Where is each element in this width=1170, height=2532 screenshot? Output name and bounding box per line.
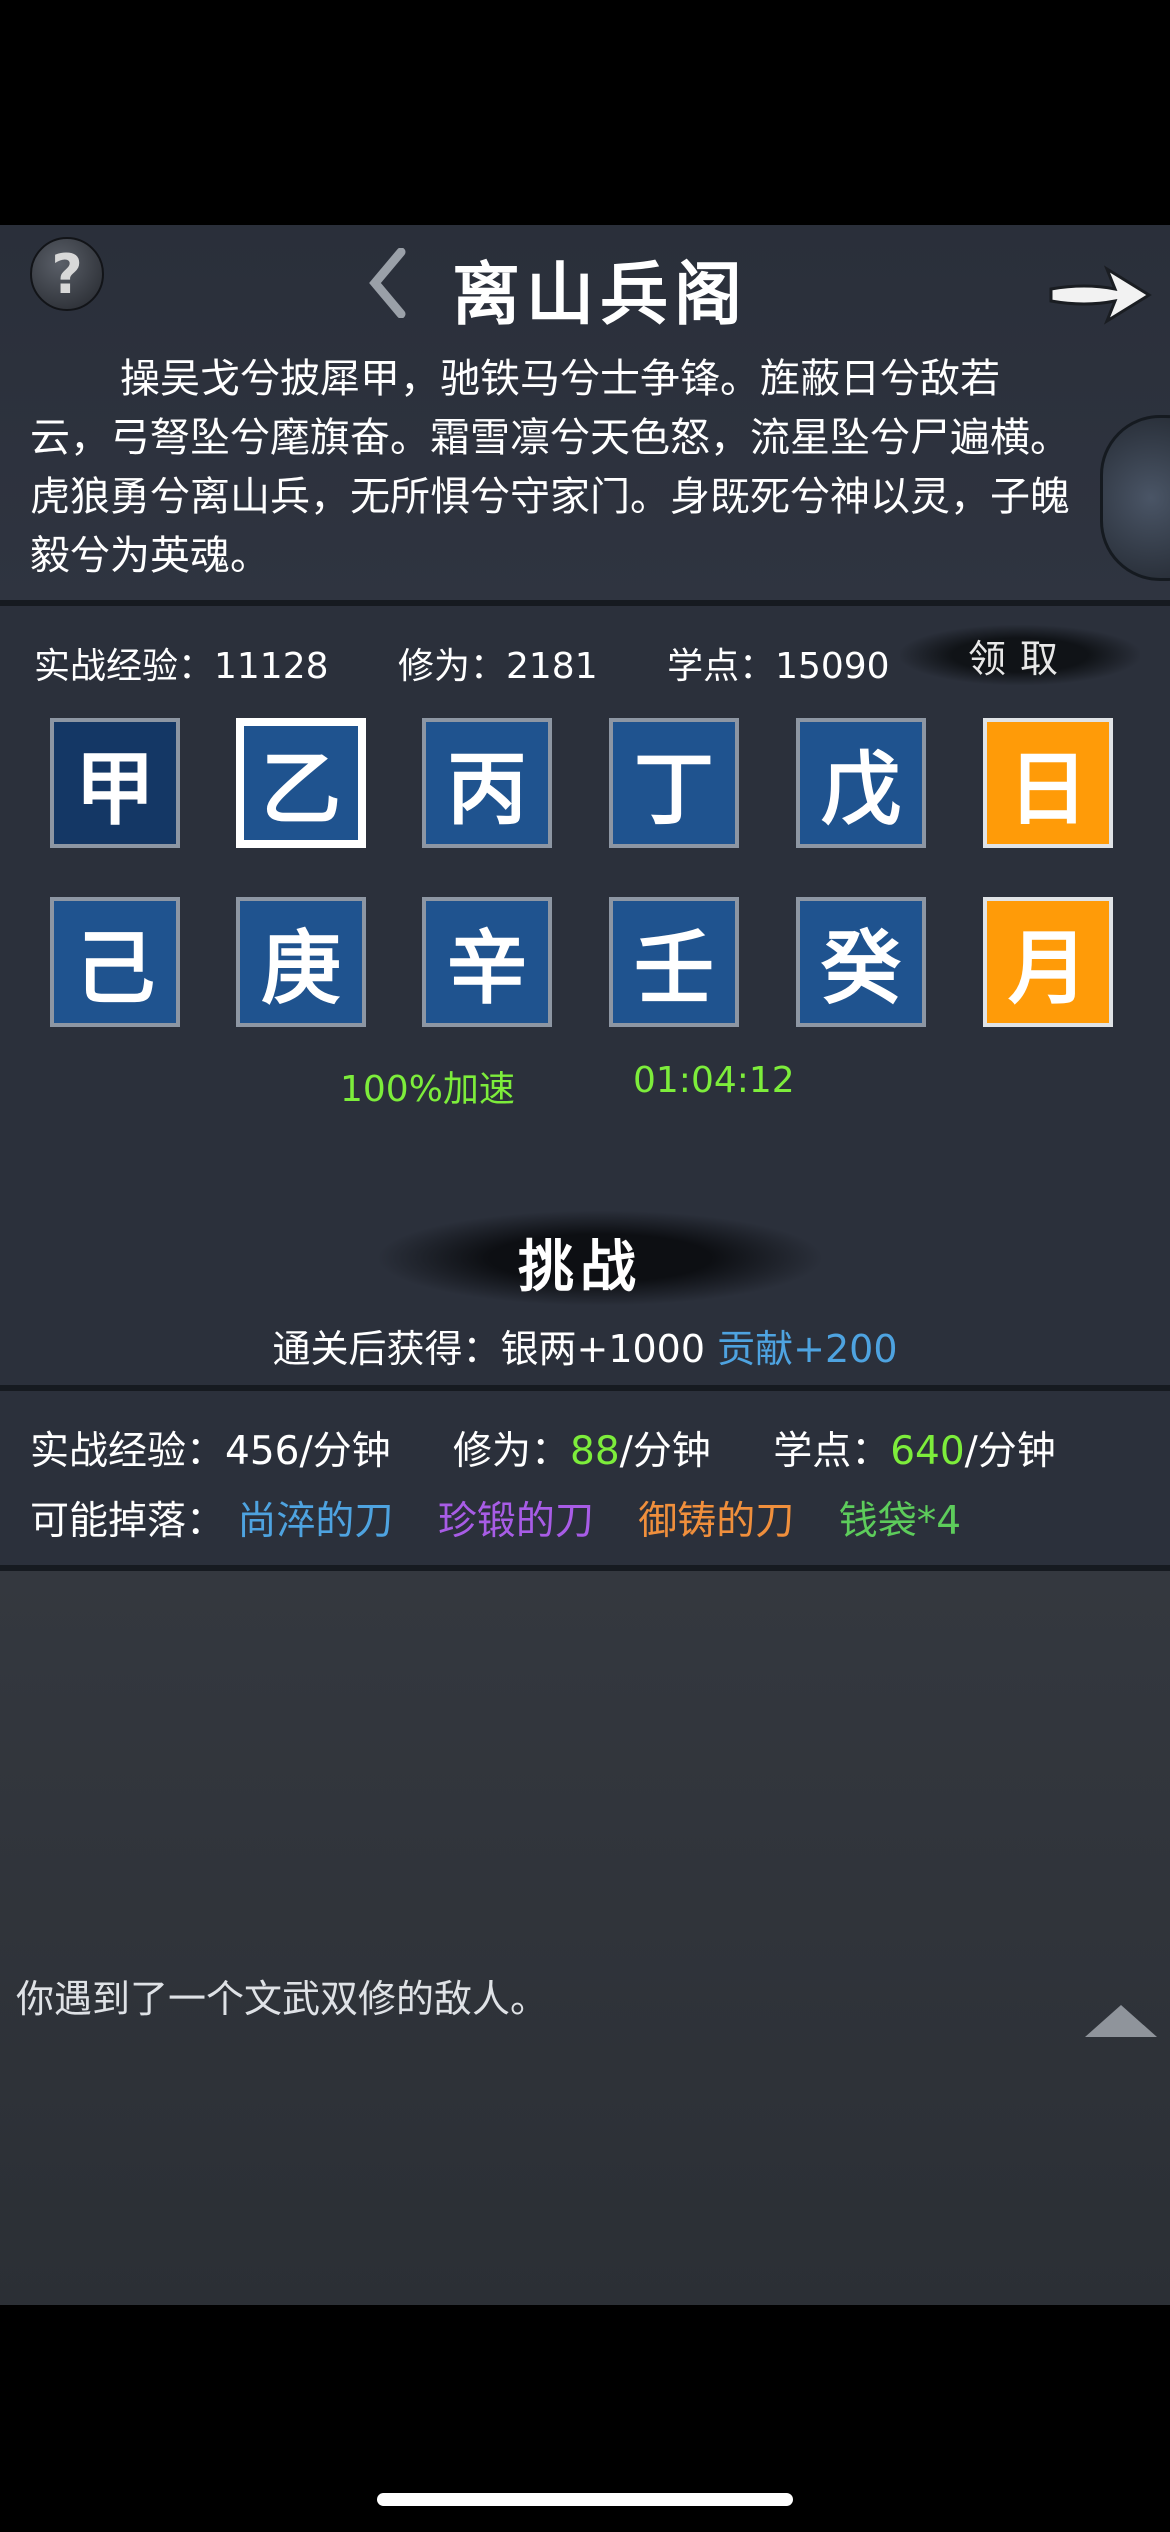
study-rate: 学点：640/分钟	[773, 1429, 1056, 1474]
divider	[0, 600, 1170, 606]
forward-arrow-icon[interactable]	[1045, 255, 1155, 335]
poem-text: 操吴戈兮披犀甲，驰铁马兮士争锋。旌蔽日兮敌若云，弓弩坠兮麾旗奋。霜雪凛兮天色怒，…	[30, 356, 1070, 579]
page-title: 离山兵阁	[451, 255, 748, 335]
tile-xin[interactable]: 辛	[422, 897, 552, 1027]
challenge-button[interactable]: 挑战	[460, 1222, 700, 1303]
tile-ding[interactable]: 丁	[609, 718, 739, 848]
cultivation: 修为：2181	[397, 646, 598, 687]
tile-gui[interactable]: 癸	[796, 897, 926, 1027]
game-screen: ? 离山兵阁 操吴戈兮披犀甲，驰铁马兮士争锋。旌蔽日兮敌若云，弓弩坠兮麾旗奋。霜…	[0, 225, 1170, 2305]
study-points: 学点：15090	[667, 646, 890, 687]
header-panel: ? 离山兵阁 操吴戈兮披犀甲，驰铁马兮士争锋。旌蔽日兮敌若云，弓弩坠兮麾旗奋。霜…	[0, 225, 1170, 605]
log-message: 你遇到了一个文武双修的敌人。	[16, 1977, 549, 2021]
tile-bing[interactable]: 丙	[422, 718, 552, 848]
drop-item[interactable]: 珍锻的刀	[438, 1499, 594, 1544]
help-icon[interactable]: ?	[30, 237, 104, 311]
drop-item[interactable]: 御铸的刀	[638, 1499, 794, 1544]
tile-ren[interactable]: 壬	[609, 897, 739, 1027]
drops-label: 可能掉落：	[30, 1499, 226, 1544]
tile-yue[interactable]: 月	[983, 897, 1113, 1027]
rates-row: 实战经验：456/分钟 修为：88/分钟 学点：640/分钟	[30, 1420, 1106, 1476]
home-indicator[interactable]	[377, 2493, 793, 2506]
drops-row: 可能掉落： 尚淬的刀 珍锻的刀 御铸的刀 钱袋*4	[30, 1490, 993, 1546]
reward-contribution: 贡献+200	[717, 1327, 898, 1371]
log-panel	[0, 1571, 1170, 2305]
speed-boost-label: 100%加速	[340, 1069, 515, 1110]
drop-item[interactable]: 钱袋*4	[839, 1499, 961, 1544]
combat-exp: 实战经验：11128	[34, 646, 329, 687]
tile-geng[interactable]: 庚	[236, 897, 366, 1027]
tile-wu[interactable]: 戊	[796, 718, 926, 848]
drop-item[interactable]: 尚淬的刀	[237, 1499, 393, 1544]
tile-yi[interactable]: 乙	[236, 718, 366, 848]
tile-ri[interactable]: 日	[983, 718, 1113, 848]
back-arrow-icon[interactable]	[362, 243, 412, 323]
reward-text: 通关后获得：银两+1000	[272, 1327, 706, 1371]
side-tab-emblem[interactable]	[1100, 415, 1170, 581]
divider	[0, 1385, 1170, 1391]
exp-rate: 实战经验：456/分钟	[30, 1429, 391, 1474]
reward-line: 通关后获得：银两+1000 贡献+200	[0, 1318, 1170, 1373]
tile-jia[interactable]: 甲	[50, 718, 180, 848]
tile-ji[interactable]: 己	[50, 897, 180, 1027]
timer-label: 01:04:12	[633, 1060, 795, 1101]
stats-row: 实战经验：11128 修为：2181 学点：15090	[34, 637, 948, 689]
claim-button[interactable]: 领取	[900, 625, 1140, 685]
scroll-up-icon[interactable]	[1085, 2005, 1157, 2037]
cult-rate: 修为：88/分钟	[453, 1429, 711, 1474]
